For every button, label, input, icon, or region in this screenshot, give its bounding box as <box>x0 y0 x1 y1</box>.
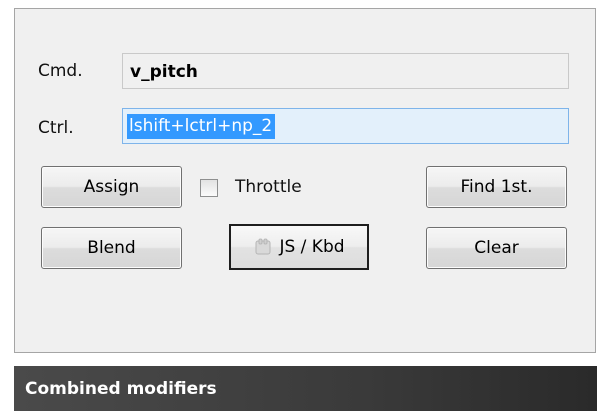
find-first-button-label: Find 1st. <box>460 177 533 197</box>
js-kbd-button[interactable]: JS / Kbd <box>229 224 369 270</box>
keyboard-icon <box>255 238 271 255</box>
find-first-button[interactable]: Find 1st. <box>426 166 567 208</box>
clear-button-label: Clear <box>474 238 519 258</box>
binding-dialog: Cmd. v_pitch Ctrl. lshift+lctrl+np_2 Ass… <box>14 8 596 353</box>
assign-button[interactable]: Assign <box>41 166 182 208</box>
ctrl-value: lshift+lctrl+np_2 <box>127 114 276 139</box>
js-kbd-button-label: JS / Kbd <box>279 237 345 257</box>
clear-button[interactable]: Clear <box>426 227 567 269</box>
ctrl-input[interactable]: lshift+lctrl+np_2 <box>122 108 569 144</box>
ctrl-label: Ctrl. <box>38 118 74 138</box>
throttle-label[interactable]: Throttle <box>235 177 302 197</box>
caption-text: Combined modifiers <box>25 378 217 399</box>
blend-button-label: Blend <box>87 238 136 258</box>
caption-bar: Combined modifiers <box>14 366 597 411</box>
cmd-label: Cmd. <box>38 61 83 81</box>
throttle-checkbox[interactable] <box>200 179 218 197</box>
cmd-field: v_pitch <box>122 53 569 89</box>
cmd-value: v_pitch <box>130 62 198 82</box>
assign-button-label: Assign <box>83 177 140 197</box>
blend-button[interactable]: Blend <box>41 227 182 269</box>
